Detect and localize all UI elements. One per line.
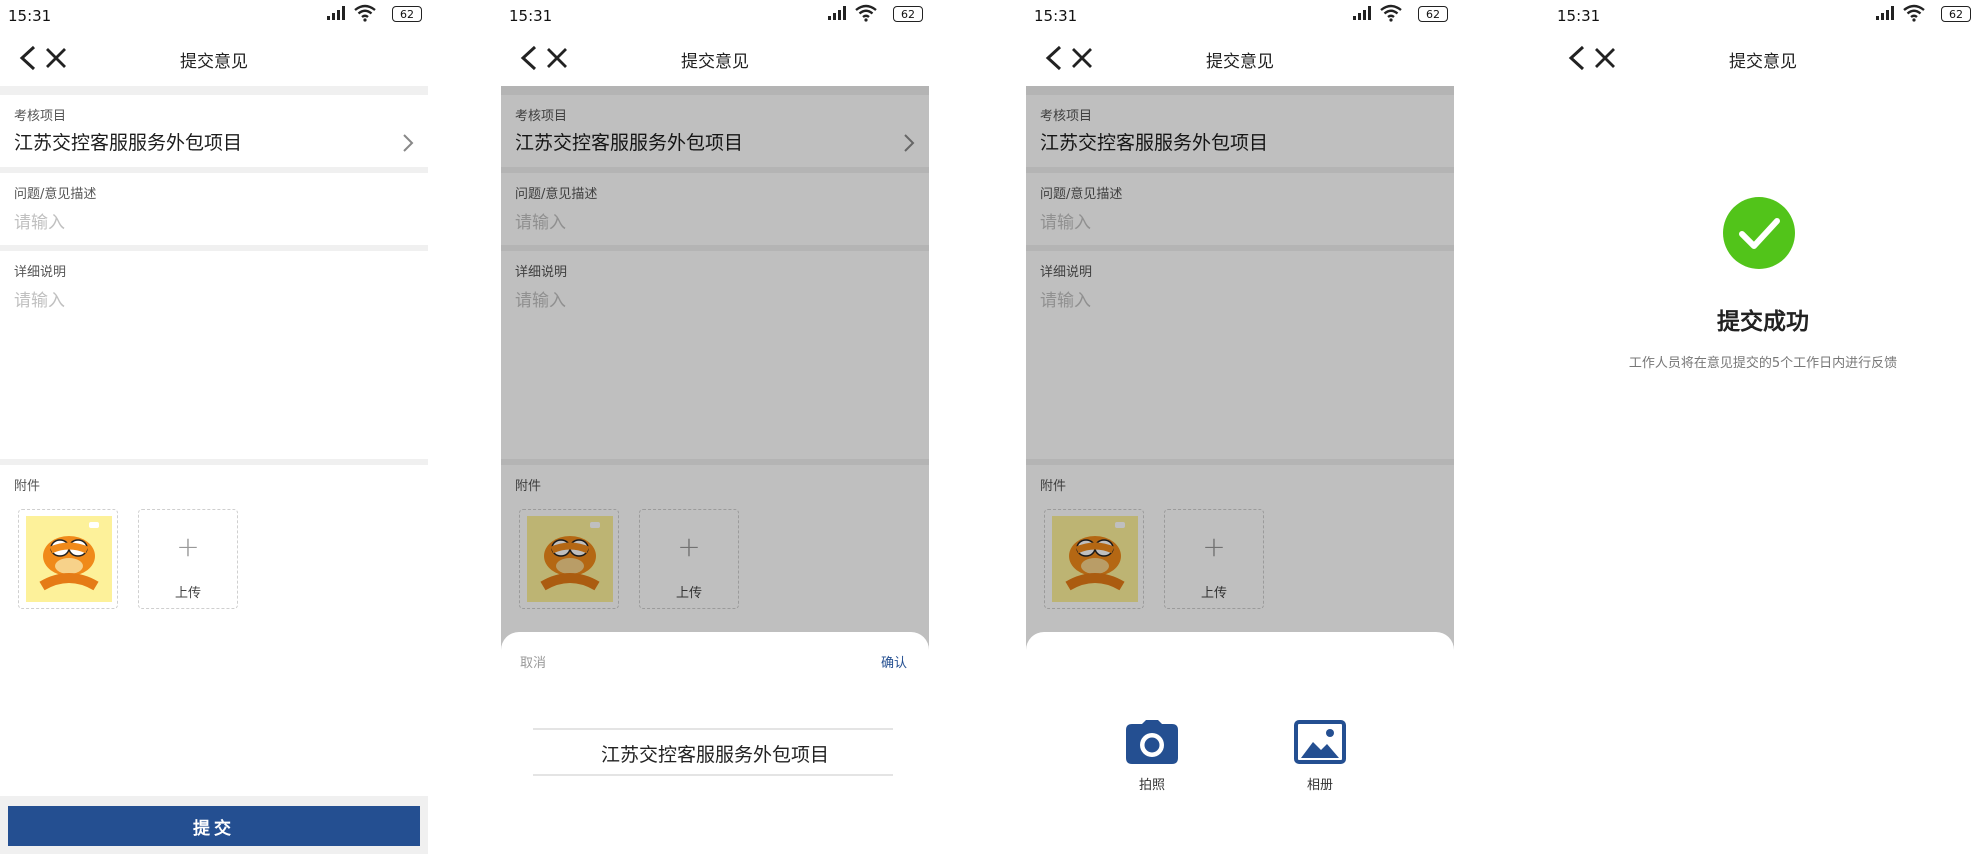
album-option[interactable]: 相册 [1290, 720, 1350, 793]
camera-label: 拍照 [1138, 778, 1165, 793]
media-action-sheet: 拍照 相册 [1026, 632, 1454, 854]
screen-media-picker: 15:31 62 提交意见 考核项目 江苏交控客服服务外包项目 问题/意见描述 … [1026, 0, 1454, 854]
plus-icon: + [176, 530, 200, 563]
nav-bar: 提交意见 [501, 30, 929, 86]
upload-label: 上传 [174, 586, 201, 601]
attachment-label: 附件 [14, 479, 41, 494]
battery-icon: 62 [1941, 6, 1971, 22]
wifi-icon [1903, 4, 1925, 22]
wifi-icon [855, 4, 877, 22]
nav-bar: 提交意见 [0, 30, 428, 86]
signal-icon [327, 6, 345, 20]
description-input[interactable]: 请输入 [14, 208, 414, 233]
picker-selection-line [533, 728, 893, 730]
screen-submit-success: 15:31 62 提交意见 提交成功 工作人员将在意见提交的5个工作日内进行反馈 [1549, 0, 1976, 854]
picker-selection-line [533, 774, 893, 776]
nav-bar: 提交意见 [1549, 30, 1976, 86]
submit-area: 提交 [0, 796, 428, 854]
detail-input[interactable]: 请输入 [14, 286, 414, 311]
camera-option[interactable]: 拍照 [1122, 720, 1182, 793]
status-bar: 15:31 62 [501, 0, 929, 30]
detail-field[interactable]: 详细说明 请输入 [0, 251, 428, 459]
screen-submit-form: 15:31 62 提交意见 考核项目 江苏交控客服服务外包项目 问题/意见描述 … [0, 0, 428, 854]
signal-icon [828, 6, 846, 20]
picker-confirm-button[interactable]: 确认 [881, 652, 907, 671]
battery-icon: 62 [893, 6, 923, 22]
project-value: 江苏交控客服服务外包项目 [14, 132, 243, 154]
album-label: 相册 [1306, 778, 1333, 793]
project-label: 考核项目 [14, 109, 67, 124]
status-bar: 15:31 62 [0, 0, 428, 30]
chevron-right-icon [403, 134, 414, 152]
submit-button[interactable]: 提交 [8, 806, 420, 846]
wifi-icon [354, 4, 376, 22]
battery-icon: 62 [392, 6, 422, 22]
page-title: 提交意见 [180, 52, 248, 72]
status-time: 15:31 [8, 7, 52, 25]
battery-icon: 62 [1418, 6, 1448, 22]
project-select[interactable]: 考核项目 江苏交控客服服务外包项目 [0, 95, 428, 167]
divider [0, 86, 428, 95]
status-time: 15:31 [1034, 7, 1078, 25]
check-circle-icon [1723, 197, 1795, 269]
detail-label: 详细说明 [14, 265, 67, 280]
camera-icon [1126, 720, 1178, 764]
picker-cancel-button[interactable]: 取消 [520, 652, 546, 671]
page-title: 提交意见 [1206, 52, 1274, 72]
screen-project-picker: 15:31 62 提交意见 考核项目 江苏交控客服服务外包项目 问题/意见描述 … [501, 0, 929, 854]
page-title: 提交意见 [681, 52, 749, 72]
description-field[interactable]: 问题/意见描述 请输入 [0, 173, 428, 245]
success-title: 提交成功 [1717, 309, 1809, 335]
attachment-image [26, 516, 112, 602]
description-label: 问题/意见描述 [14, 187, 97, 202]
attachment-section: 附件 + 上传 [0, 465, 428, 635]
feedback-form: 考核项目 江苏交控客服服务外包项目 问题/意见描述 请输入 详细说明 请输入 附… [0, 86, 428, 635]
image-icon [1294, 720, 1346, 764]
picker-option[interactable]: 江苏交控客服服务外包项目 [501, 740, 929, 767]
upload-button[interactable]: + 上传 [138, 509, 238, 609]
attachment-thumbnail[interactable] [18, 509, 118, 609]
status-time: 15:31 [509, 7, 553, 25]
wifi-icon [1380, 4, 1402, 22]
signal-icon [1876, 6, 1894, 20]
page-title: 提交意见 [1729, 52, 1797, 72]
project-picker-sheet: 取消 确认 江苏交控客服服务外包项目 [501, 632, 929, 854]
nav-bar: 提交意见 [1026, 30, 1454, 86]
status-bar: 15:31 62 [1549, 0, 1976, 30]
success-subtitle: 工作人员将在意见提交的5个工作日内进行反馈 [1628, 356, 1898, 371]
status-bar: 15:31 62 [1026, 0, 1454, 30]
status-time: 15:31 [1557, 7, 1601, 25]
signal-icon [1353, 6, 1371, 20]
